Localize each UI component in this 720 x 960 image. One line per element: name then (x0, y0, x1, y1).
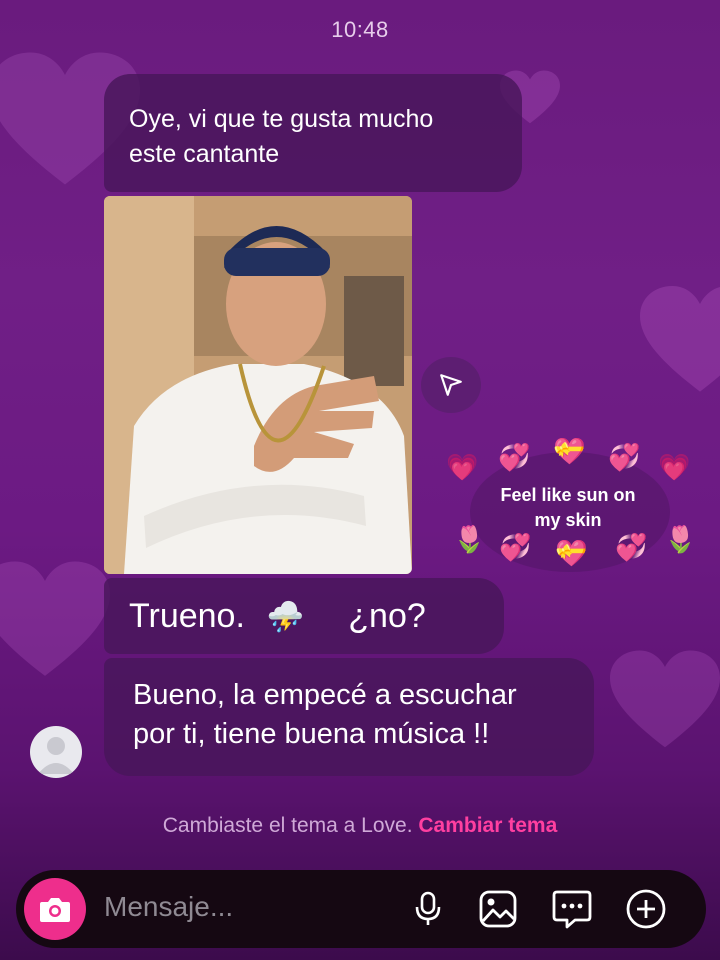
message-bubble-received[interactable]: Oye, vi que te gusta mucho este cantante (104, 74, 522, 192)
camera-icon (40, 898, 70, 922)
message-bubble-received[interactable]: Trueno. ⛈️ ¿no? (104, 578, 504, 654)
storm-emoji: ⛈️ (266, 601, 305, 635)
heart-gift-emoji: 💝 (553, 436, 586, 466)
notice-text: Cambiaste el tema a Love. (162, 814, 413, 837)
tulip-emoji: 🌷 (453, 524, 486, 554)
hearts-emoji: 💞 (499, 532, 532, 562)
tulip-emoji: 🌷 (664, 524, 697, 554)
share-button[interactable] (421, 357, 481, 413)
message-composer: Mensaje... (16, 870, 706, 948)
gallery-icon (479, 890, 517, 928)
heart-gift-emoji: 💝 (555, 538, 588, 568)
hearts-emoji: 💞 (608, 442, 641, 472)
microphone-icon (415, 891, 441, 925)
default-avatar-icon (38, 737, 74, 774)
add-button[interactable] (624, 887, 668, 931)
microphone-button[interactable] (406, 887, 450, 931)
status-bar-time: 10:48 (331, 17, 389, 42)
hearts-emoji: 💞 (498, 442, 531, 472)
gallery-button[interactable] (476, 887, 520, 931)
message-bubble-received[interactable]: Bueno, la empecé a escuchar por ti, tien… (104, 658, 594, 776)
background-heart-icon (0, 561, 110, 676)
send-icon (440, 374, 462, 396)
message-text: este cantante (129, 140, 280, 168)
message-input[interactable]: Mensaje... (104, 891, 233, 923)
plus-icon (626, 889, 666, 929)
avatar[interactable] (30, 726, 82, 778)
message-text: Bueno, la empecé a escuchar (133, 679, 517, 711)
hearts-emoji: 💞 (615, 532, 648, 562)
message-text: Oye, vi que te gusta mucho (129, 105, 434, 133)
sticker-icon (552, 890, 592, 929)
theme-change-notice: Cambiaste el tema a Love. Cambiar tema (0, 814, 720, 838)
sticker-text: Feel like sun on my skin (500, 485, 636, 530)
heart-emoji: 💗 (658, 452, 691, 482)
background-heart-icon (640, 286, 720, 392)
sticker-button[interactable] (550, 887, 594, 931)
change-theme-link[interactable]: Cambiar tema (418, 814, 557, 837)
background-heart-icon (610, 650, 720, 748)
shared-photo[interactable] (104, 196, 412, 574)
message-text: por ti, tiene buena música !! (133, 718, 490, 750)
camera-button[interactable] (24, 878, 86, 940)
message-text: ¿no? (348, 597, 426, 635)
message-text: Trueno. (129, 597, 245, 635)
heart-emoji: 💗 (446, 452, 479, 482)
photo-of-singer (104, 196, 412, 574)
